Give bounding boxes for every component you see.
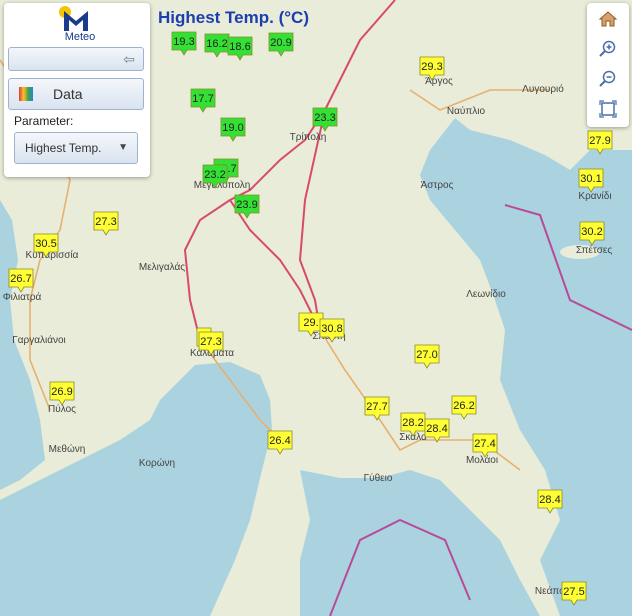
place-label: Ναύπλιο (447, 105, 486, 117)
map-title: Highest Temp. (°C) (158, 8, 309, 27)
station-value: 30.2 (581, 226, 602, 238)
station-value: 27.7 (366, 401, 387, 413)
logo-text: Meteo (64, 31, 96, 43)
station-value: 27.3 (95, 216, 116, 228)
station-value: 28.4 (426, 423, 447, 435)
station-value: 26.4 (269, 435, 290, 447)
place-label: Σπέτσες (576, 244, 612, 256)
place-label: Μεθώνη (49, 443, 86, 455)
zoom-extent-icon (599, 100, 617, 118)
station-value: 27.4 (474, 438, 495, 450)
place-label: Μολάοι (466, 454, 498, 466)
station-value: 27.5 (563, 586, 584, 598)
station-value: 19.0 (222, 122, 243, 134)
map-toolbar (587, 3, 629, 127)
place-label: Λυγουριό (522, 83, 564, 95)
station-value: 17.7 (192, 93, 213, 105)
station-value: 20.9 (270, 37, 291, 49)
data-button-label: Data (53, 86, 83, 102)
station-value: 30.1 (580, 173, 601, 185)
station-value: 26.2 (453, 400, 474, 412)
station-value: 26.7 (10, 273, 31, 285)
station-value: 16.2 (206, 38, 227, 50)
meteo-logo: Meteo (56, 5, 104, 43)
zoom-in-button[interactable] (594, 37, 622, 61)
home-button[interactable] (594, 7, 622, 31)
station-value: 19.3 (173, 36, 194, 48)
zoom-out-icon (599, 70, 616, 87)
place-label: Κρανίδι (578, 190, 611, 202)
station-value: 29.3 (421, 61, 442, 73)
station-value: 28.2 (402, 417, 423, 429)
data-button[interactable]: Data (8, 78, 144, 110)
station-value: 23.2 (204, 169, 225, 181)
place-label: Γύθειο (364, 472, 393, 484)
zoom-in-icon (599, 40, 616, 57)
station-value: 29. (303, 317, 318, 329)
place-label: Άστρος (421, 180, 454, 191)
place-label: Λεωνίδιο (466, 288, 506, 300)
station-value: 30.8 (321, 323, 342, 335)
parameter-label: Parameter: (14, 114, 74, 128)
place-label: Τρίπολη (290, 131, 327, 143)
place-label: Μελιγαλάς (139, 261, 185, 273)
zoom-out-button[interactable] (594, 67, 622, 91)
station-value: 23.3 (314, 112, 335, 124)
place-label: Γαργαλιάνοι (12, 334, 66, 346)
station-value: 26.9 (51, 386, 72, 398)
station-value: 28.4 (539, 494, 560, 506)
station-value: 18.6 (229, 41, 250, 53)
place-label: Άργος (425, 76, 453, 87)
place-label: Φιλιατρά (3, 291, 42, 303)
control-panel: Meteo ⇦ Data Parameter: Highest Temp. ▼ (4, 3, 150, 177)
logo-icon (59, 6, 88, 31)
chevron-down-icon: ▼ (118, 142, 128, 153)
home-icon (598, 11, 618, 27)
arrow-left-icon: ⇦ (123, 51, 135, 67)
station-value: 27.9 (589, 135, 610, 147)
station-value: 30.5 (35, 238, 56, 250)
station-value: 27.0 (416, 349, 437, 361)
place-label: Κορώνη (139, 457, 175, 469)
color-scale-icon (19, 87, 33, 101)
parameter-value: Highest Temp. (25, 141, 102, 155)
station-value: 27.3 (200, 336, 221, 348)
parameter-select[interactable]: Highest Temp. ▼ (14, 132, 138, 164)
zoom-extent-button[interactable] (594, 97, 622, 121)
station-value: 23.9 (236, 199, 257, 211)
collapse-panel-button[interactable]: ⇦ (8, 47, 144, 71)
